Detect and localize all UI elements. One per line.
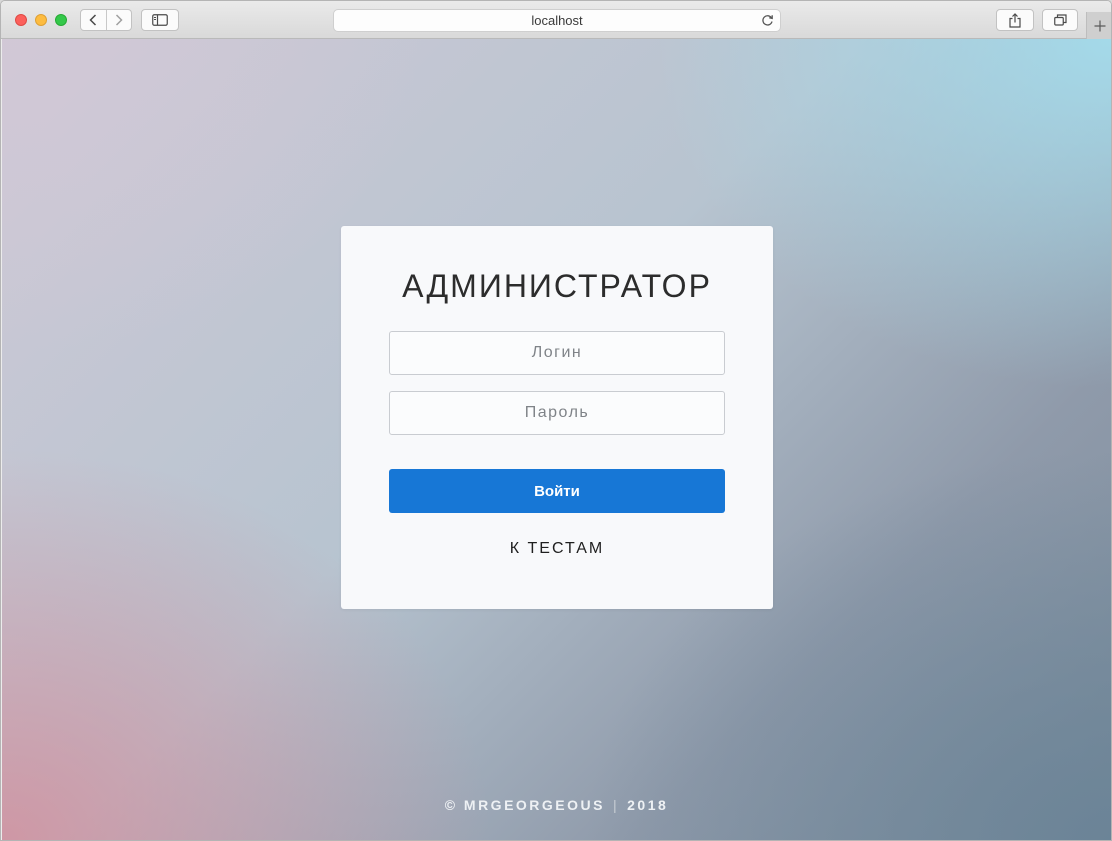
page-viewport: АДМИНИСТРАТОР Войти К ТЕСТАМ © MRGEORGEO…: [2, 39, 1111, 840]
plus-icon: [1094, 20, 1105, 31]
password-input[interactable]: [389, 391, 725, 435]
sidebar-icon: [152, 14, 168, 26]
tabs-overview-icon: [1053, 14, 1067, 26]
browser-toolbar: localhost: [1, 1, 1111, 39]
minimize-window-button[interactable]: [35, 14, 47, 26]
share-icon: [1009, 12, 1021, 28]
share-button[interactable]: [996, 9, 1034, 31]
address-text: localhost: [531, 13, 583, 28]
maximize-window-button[interactable]: [55, 14, 67, 26]
back-button[interactable]: [81, 10, 106, 30]
login-input[interactable]: [389, 331, 725, 375]
login-card: АДМИНИСТРАТОР Войти К ТЕСТАМ: [341, 226, 773, 609]
footer-author: © MRGEORGEOUS: [444, 797, 605, 813]
reload-button[interactable]: [761, 14, 774, 30]
forward-button[interactable]: [105, 10, 132, 30]
browser-window: localhost АДМИНИСТРАТОР Войти К ТЕСТАМ ©…: [0, 0, 1112, 841]
reload-icon: [762, 15, 773, 26]
address-bar[interactable]: localhost: [333, 9, 781, 32]
footer: © MRGEORGEOUS | 2018: [2, 797, 1111, 813]
chevron-right-icon: [115, 14, 123, 26]
page-title: АДМИНИСТРАТОР: [402, 268, 712, 304]
new-tab-button[interactable]: [1086, 12, 1111, 39]
close-window-button[interactable]: [15, 14, 27, 26]
login-button[interactable]: Войти: [389, 469, 725, 513]
footer-year: 2018: [627, 797, 669, 813]
history-nav: [80, 9, 132, 31]
footer-separator: |: [612, 797, 620, 813]
to-tests-link[interactable]: К ТЕСТАМ: [341, 540, 773, 558]
chevron-left-icon: [89, 14, 97, 26]
tab-overview-button[interactable]: [1042, 9, 1078, 31]
sidebar-toggle-button[interactable]: [141, 9, 179, 31]
